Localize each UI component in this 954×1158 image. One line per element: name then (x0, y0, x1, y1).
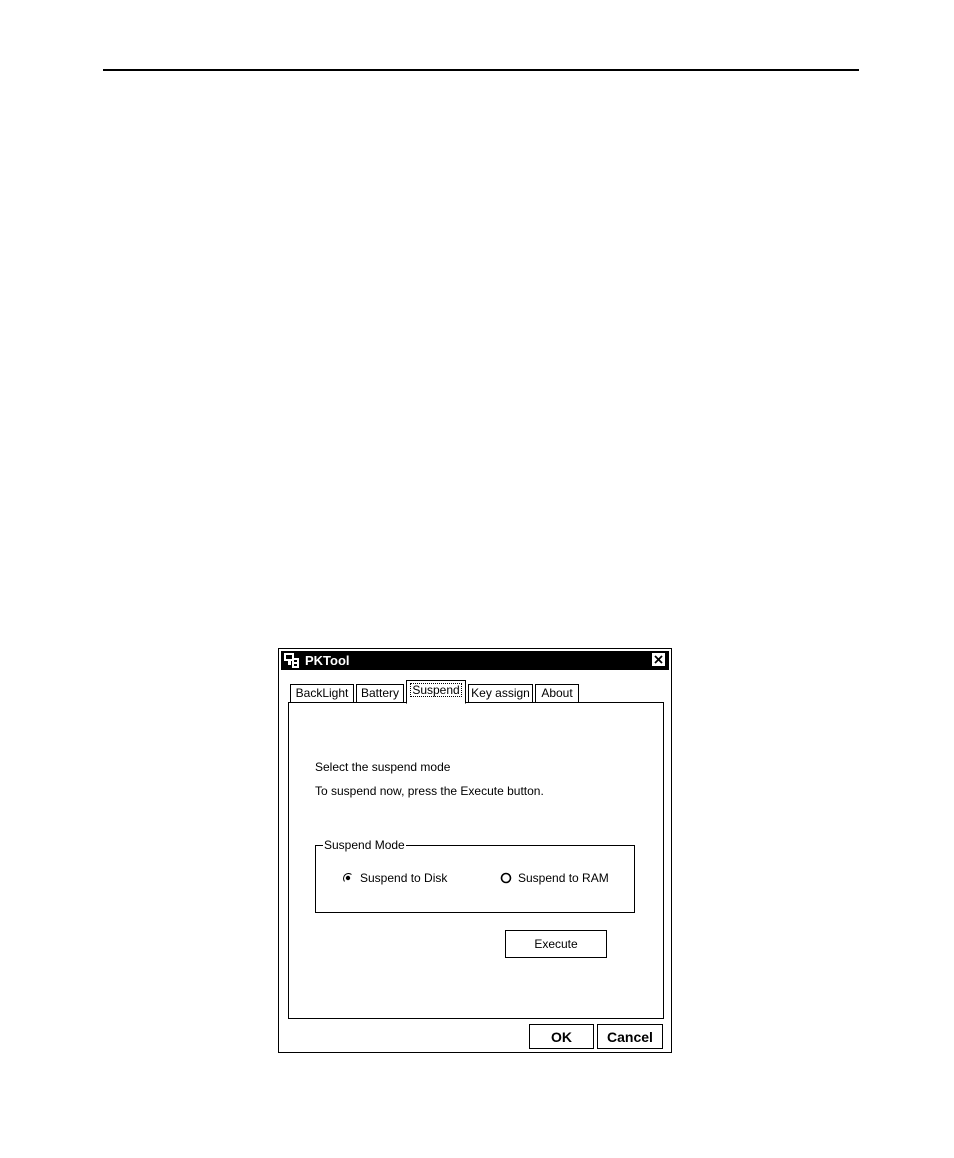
tab-suspend[interactable]: Suspend (406, 680, 466, 704)
tab-backlight[interactable]: BackLight (290, 684, 354, 702)
page-header-rule (103, 69, 859, 71)
tab-label: About (541, 686, 573, 700)
tab-label: Key assign (471, 686, 530, 700)
title-bar[interactable]: PKTool (281, 651, 669, 670)
instruction-execute: To suspend now, press the Execute button… (315, 784, 544, 798)
close-button[interactable] (652, 653, 665, 666)
radio-selected-icon (343, 873, 352, 882)
tab-label: Battery (360, 686, 399, 700)
tab-about[interactable]: About (535, 684, 579, 702)
window-title: PKTool (305, 653, 350, 668)
radio-suspend-to-ram[interactable]: Suspend to RAM (500, 870, 609, 886)
close-icon (654, 655, 663, 664)
tab-battery[interactable]: Battery (356, 684, 404, 702)
instruction-select-mode: Select the suspend mode (315, 760, 451, 774)
cancel-button[interactable]: Cancel (597, 1024, 663, 1049)
suspend-mode-group: Suspend Mode Suspend to Disk Suspend to … (315, 838, 635, 913)
ok-button[interactable]: OK (529, 1024, 594, 1049)
radio-unselected-icon (500, 872, 512, 884)
radio-label: Suspend to RAM (518, 871, 609, 885)
suspend-tab-panel: Select the suspend mode To suspend now, … (288, 702, 664, 1019)
tab-label: BackLight (295, 686, 349, 700)
radio-label: Suspend to Disk (360, 871, 448, 885)
execute-button[interactable]: Execute (505, 930, 607, 958)
pktool-app-icon[interactable] (283, 652, 300, 669)
radio-suspend-to-disk[interactable]: Suspend to Disk (342, 870, 447, 886)
tab-label: Suspend (410, 683, 462, 697)
group-label: Suspend Mode (323, 838, 406, 852)
pktool-dialog: PKTool BackLight Battery Suspend Key ass… (278, 648, 672, 1053)
tab-key-assign[interactable]: Key assign (468, 684, 533, 702)
